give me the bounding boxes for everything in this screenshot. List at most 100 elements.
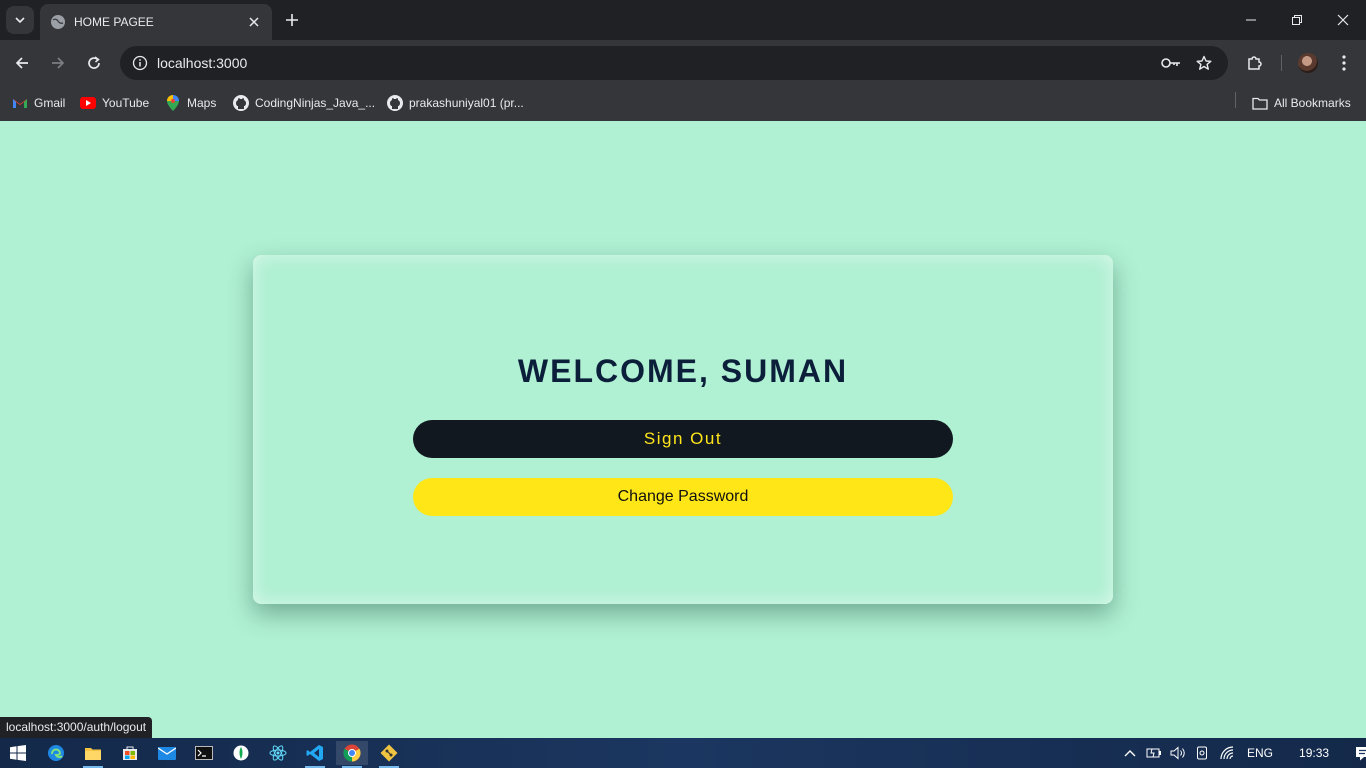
bookmark-maps[interactable]: Maps xyxy=(165,91,216,115)
mail-icon xyxy=(158,746,176,760)
profile-avatar[interactable] xyxy=(1298,53,1318,73)
taskbar-file-explorer[interactable] xyxy=(77,741,109,768)
tab-strip: HOME PAGEE xyxy=(0,0,1366,40)
taskbar-terminal[interactable] xyxy=(188,741,220,765)
gmail-icon xyxy=(12,95,28,111)
windows-start-icon xyxy=(10,745,26,761)
status-bubble-url: localhost:3000/auth/logout xyxy=(0,717,153,738)
maps-icon xyxy=(165,95,181,111)
file-explorer-icon xyxy=(85,747,101,760)
password-manager-button[interactable] xyxy=(1160,53,1182,73)
git-icon xyxy=(380,744,398,762)
github-icon xyxy=(387,95,403,111)
tray-overflow-button[interactable] xyxy=(1122,749,1138,757)
restore-button[interactable] xyxy=(1274,0,1320,40)
info-icon xyxy=(132,55,148,71)
active-tab[interactable]: HOME PAGEE xyxy=(40,4,272,40)
clock-time[interactable]: 19:33 xyxy=(1299,746,1329,760)
forward-button[interactable] xyxy=(44,49,72,77)
site-info-button[interactable] xyxy=(128,51,152,75)
back-button[interactable] xyxy=(8,49,36,77)
reload-icon xyxy=(88,56,100,69)
taskbar-react-devtools[interactable] xyxy=(262,741,294,765)
change-password-button[interactable]: Change Password xyxy=(413,478,953,516)
system-tray: ENG 19:33 xyxy=(1122,738,1366,768)
welcome-card: WELCOME, SUMAN Sign Out Change Password xyxy=(253,255,1113,604)
start-button[interactable] xyxy=(2,741,34,765)
folder-icon xyxy=(1252,95,1268,111)
bookmark-codingninjas[interactable]: CodingNinjas_Java_... xyxy=(233,91,375,115)
edge-icon xyxy=(48,745,64,761)
tab-title: HOME PAGEE xyxy=(74,15,154,29)
taskbar-git[interactable] xyxy=(373,741,405,768)
minimize-button[interactable] xyxy=(1228,0,1274,40)
youtube-icon xyxy=(80,95,96,111)
key-icon xyxy=(1161,58,1180,68)
bookmark-star-button[interactable] xyxy=(1193,52,1215,74)
taskbar-mail[interactable] xyxy=(151,741,183,765)
speaker-icon xyxy=(1170,746,1185,760)
bookmark-gmail[interactable]: Gmail xyxy=(12,91,65,115)
github-icon xyxy=(233,95,249,111)
volume-control[interactable] xyxy=(1170,746,1186,760)
chevron-down-icon xyxy=(15,17,25,24)
battery-icon xyxy=(1146,748,1161,758)
minimize-icon xyxy=(1246,19,1256,21)
close-window-button[interactable] xyxy=(1320,0,1366,40)
bookmarks-divider xyxy=(1235,92,1236,108)
close-icon xyxy=(249,17,259,27)
toolbar-divider xyxy=(1281,55,1282,71)
vscode-icon xyxy=(306,745,323,761)
taskbar-mongodb-compass[interactable] xyxy=(225,741,257,765)
bookmark-label: YouTube xyxy=(102,96,150,110)
network-status[interactable] xyxy=(1219,746,1235,760)
tab-close-button[interactable] xyxy=(246,14,262,30)
windows-taskbar: ENG 19:33 xyxy=(0,738,1366,768)
window-controls xyxy=(1228,0,1366,40)
globe-icon xyxy=(51,15,65,29)
extensions-button[interactable] xyxy=(1243,51,1267,75)
puzzle-icon xyxy=(1248,56,1262,70)
bookmarks-bar: Gmail YouTube Maps CodingNinjas_Java_...… xyxy=(0,86,1366,121)
action-center-button[interactable] xyxy=(1355,746,1366,761)
star-icon xyxy=(1196,55,1212,70)
chevron-up-icon xyxy=(1124,750,1136,757)
bookmark-label: Gmail xyxy=(34,96,66,110)
bookmark-label: CodingNinjas_Java_... xyxy=(255,96,376,110)
bookmark-label: prakashuniyal01 (pr... xyxy=(409,96,524,110)
battery-status[interactable] xyxy=(1146,747,1162,759)
wifi-icon xyxy=(1220,746,1234,760)
reload-button[interactable] xyxy=(80,49,108,77)
url-text[interactable]: localhost:3000 xyxy=(157,55,247,71)
all-bookmarks-button[interactable]: All Bookmarks xyxy=(1252,91,1351,115)
mongodb-compass-icon xyxy=(233,745,249,761)
react-devtools-icon xyxy=(269,745,287,761)
browser-menu-button[interactable] xyxy=(1334,51,1354,75)
bookmark-label: Maps xyxy=(187,96,217,110)
tab-search-button[interactable] xyxy=(6,6,34,34)
taskbar-vscode[interactable] xyxy=(299,741,331,768)
input-language[interactable]: ENG xyxy=(1247,746,1273,760)
arrow-right-icon xyxy=(52,57,65,69)
tablet-icon xyxy=(1197,746,1207,760)
taskbar-store[interactable] xyxy=(114,741,146,765)
close-icon xyxy=(1337,14,1349,26)
store-icon xyxy=(123,746,137,760)
new-tab-button[interactable] xyxy=(280,8,304,32)
notifications-icon xyxy=(1356,746,1366,760)
all-bookmarks-label: All Bookmarks xyxy=(1274,96,1351,110)
welcome-heading: WELCOME, SUMAN xyxy=(517,353,849,389)
page-viewport: WELCOME, SUMAN Sign Out Change Password xyxy=(0,121,1366,738)
bookmark-youtube[interactable]: YouTube xyxy=(80,91,149,115)
address-bar[interactable]: localhost:3000 xyxy=(120,46,1228,80)
plus-icon xyxy=(286,14,298,26)
bookmark-prakashuniyal01[interactable]: prakashuniyal01 (pr... xyxy=(387,91,524,115)
chrome-icon xyxy=(343,744,361,762)
sign-out-button[interactable]: Sign Out xyxy=(413,420,953,458)
taskbar-edge[interactable] xyxy=(40,741,72,765)
device-status[interactable] xyxy=(1195,746,1209,760)
browser-toolbar: localhost:3000 xyxy=(0,40,1366,86)
terminal-icon xyxy=(195,746,213,760)
more-vert-icon xyxy=(1342,55,1346,71)
taskbar-chrome[interactable] xyxy=(336,741,368,768)
